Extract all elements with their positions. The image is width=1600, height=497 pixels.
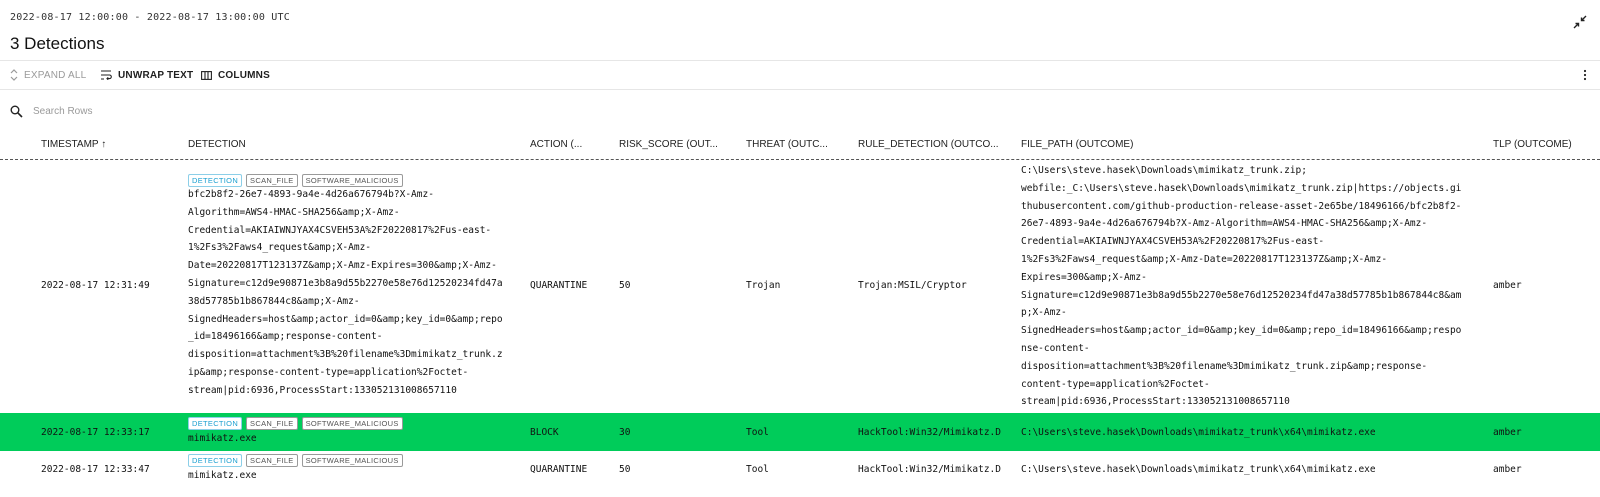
page-title: 3 Detections (10, 34, 105, 53)
wrap-text-icon (101, 70, 112, 80)
unwrap-text-label: UNWRAP TEXT (118, 69, 194, 81)
column-header-threat[interactable]: THREAT (OUTC... (746, 139, 828, 150)
tlp-cell: amber (1493, 280, 1522, 291)
action-cell: BLOCK (530, 427, 559, 438)
tlp-cell: amber (1493, 464, 1522, 475)
tag-badge: SOFTWARE_MALICIOUS (301, 454, 403, 467)
kebab-menu-icon (1583, 69, 1587, 81)
timestamp-cell: 2022-08-17 12:33:17 (41, 427, 150, 438)
search-bar (10, 102, 410, 120)
rule-detection-cell: HackTool:Win32/Mimikatz.D (858, 427, 1001, 438)
detection-cell: mimikatz.exe (188, 470, 257, 481)
tag-badge: DETECTION (188, 454, 243, 467)
timestamp-cell: 2022-08-17 12:33:47 (41, 464, 150, 475)
expand-all-label: EXPAND ALL (24, 69, 87, 81)
tlp-cell: amber (1493, 427, 1522, 438)
risk-score-cell: 50 (619, 464, 631, 475)
table-header: TIMESTAMP ↑ DETECTION ACTION (... RISK_S… (0, 132, 1600, 160)
table-row[interactable]: 2022-08-17 12:33:47 DETECTION SCAN_FILE … (0, 451, 1600, 497)
search-icon (10, 105, 23, 118)
risk-score-cell: 30 (619, 427, 631, 438)
rule-detection-cell: Trojan:MSIL/Cryptor (858, 280, 967, 291)
table-row-selected[interactable]: 2022-08-17 12:33:17 DETECTION SCAN_FILE … (0, 413, 1600, 451)
tag-badge: SOFTWARE_MALICIOUS (301, 417, 403, 430)
tag-list: DETECTION SCAN_FILE SOFTWARE_MALICIOUS (188, 417, 403, 430)
tag-badge: SCAN_FILE (246, 417, 298, 430)
column-header-file-path[interactable]: FILE_PATH (OUTCOME) (1021, 139, 1133, 150)
unwrap-text-button[interactable]: UNWRAP TEXT (100, 61, 193, 89)
columns-label: COLUMNS (218, 69, 270, 81)
collapse-view-button[interactable] (1572, 14, 1588, 30)
file-path-cell: C:\Users\steve.hasek\Downloads\mimikatz_… (1021, 427, 1376, 438)
column-header-detection[interactable]: DETECTION (188, 139, 246, 150)
time-range: 2022-08-17 12:00:00 - 2022-08-17 13:00:0… (10, 12, 290, 23)
detection-cell: mimikatz.exe (188, 433, 257, 444)
action-cell: QUARANTINE (530, 280, 588, 291)
timestamp-cell: 2022-08-17 12:31:49 (41, 280, 150, 291)
toolbar: EXPAND ALL UNWRAP TEXT COLUMNS (0, 60, 1600, 90)
expand-icon (10, 69, 18, 81)
expand-all-button[interactable]: EXPAND ALL (10, 61, 86, 89)
columns-icon (201, 70, 212, 80)
more-options-button[interactable] (1582, 68, 1588, 82)
column-header-tlp[interactable]: TLP (OUTCOME) (1493, 139, 1572, 150)
threat-cell: Tool (746, 427, 769, 438)
collapse-arrows-icon (1573, 15, 1587, 29)
file-path-cell: C:\Users\steve.hasek\Downloads\mimikatz_… (1021, 165, 1462, 408)
detection-cell: bfc2b8f2-26e7-4893-9a4e-4d26a676794b?X-A… (188, 189, 503, 396)
column-header-timestamp[interactable]: TIMESTAMP ↑ (41, 139, 106, 150)
tag-badge: SCAN_FILE (246, 454, 298, 467)
tag-list: DETECTION SCAN_FILE SOFTWARE_MALICIOUS (188, 454, 403, 467)
search-input[interactable] (31, 104, 335, 118)
column-header-action[interactable]: ACTION (... (530, 139, 582, 150)
column-header-risk-score[interactable]: RISK_SCORE (OUT... (619, 139, 718, 150)
file-path-cell: C:\Users\steve.hasek\Downloads\mimikatz_… (1021, 464, 1376, 475)
column-header-rule-detection[interactable]: RULE_DETECTION (OUTCO... (858, 139, 999, 150)
rule-detection-cell: HackTool:Win32/Mimikatz.D (858, 464, 1001, 475)
action-cell: QUARANTINE (530, 464, 588, 475)
table-row[interactable]: 2022-08-17 12:31:49 DETECTION SCAN_FILE … (0, 161, 1600, 413)
threat-cell: Trojan (746, 280, 781, 291)
threat-cell: Tool (746, 464, 769, 475)
tag-badge: DETECTION (188, 417, 243, 430)
columns-button[interactable]: COLUMNS (201, 61, 270, 89)
risk-score-cell: 50 (619, 280, 631, 291)
